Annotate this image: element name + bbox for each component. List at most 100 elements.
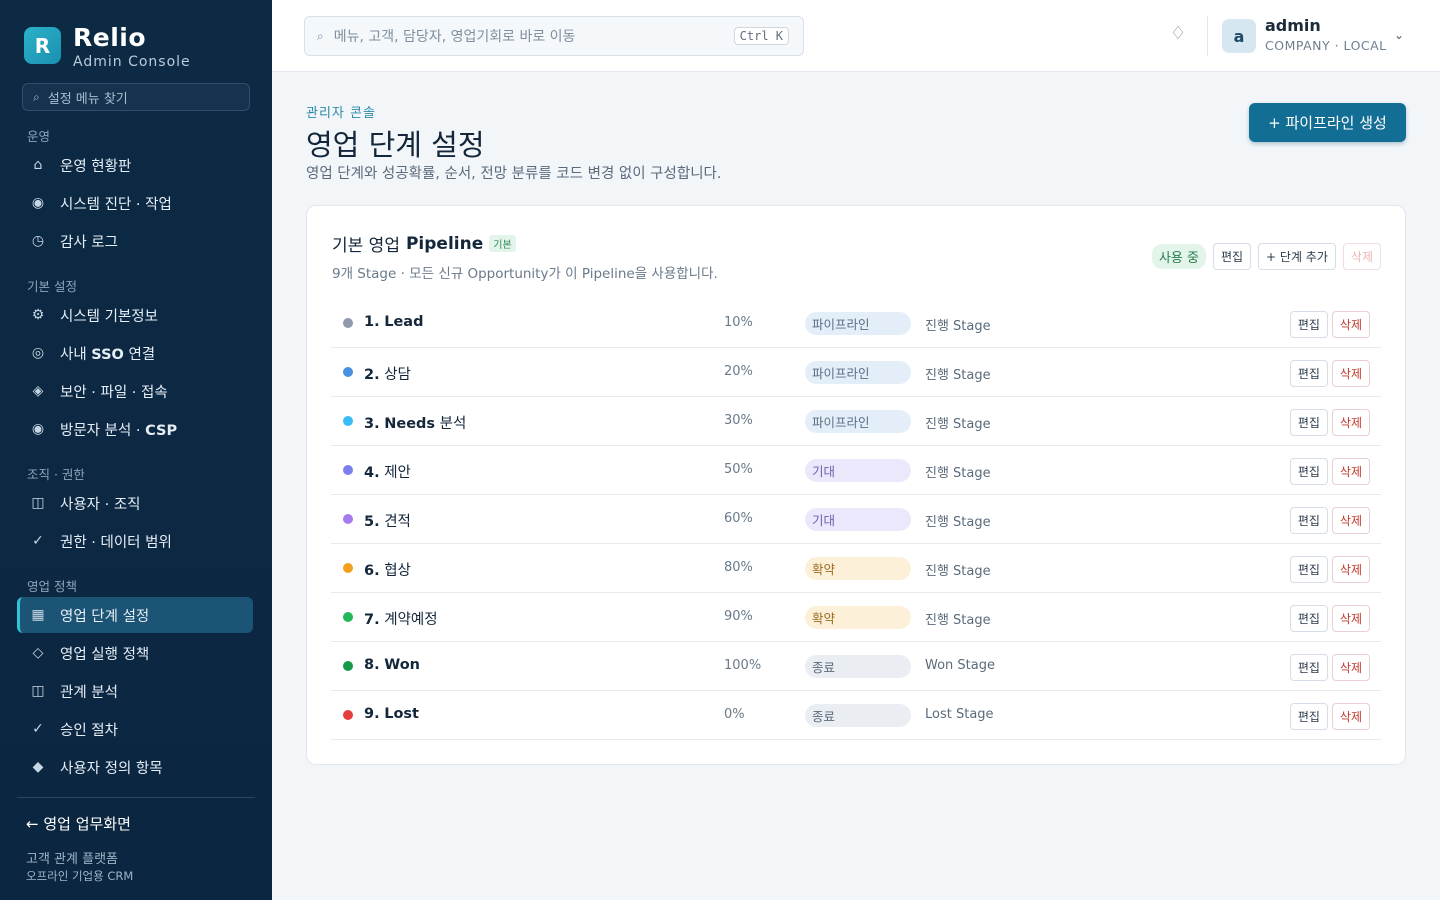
back-to-sales-link[interactable]: ← 영업 업무화면 bbox=[26, 813, 131, 834]
notification-diamond-icon[interactable]: ♢ bbox=[1170, 23, 1186, 44]
stage-actions: 편집 삭제 bbox=[1289, 409, 1370, 436]
sidebar-item[interactable]: ◇ 영업 실행 정책 bbox=[17, 635, 253, 671]
delete-stage-button[interactable]: 삭제 bbox=[1331, 507, 1370, 534]
search-icon: ⌕ bbox=[317, 28, 324, 43]
sidebar-item[interactable]: ◆ 사용자 정의 항목 bbox=[17, 749, 253, 785]
label-bold-part: SSO bbox=[91, 346, 124, 363]
stage-label: 견적 bbox=[384, 514, 411, 530]
sidebar-item[interactable]: ◫ 사용자 · 조직 bbox=[17, 485, 253, 521]
stage-row[interactable]: 2. 상담 20% 파이프라인 진행 Stage 편집 삭제 bbox=[331, 348, 1381, 397]
edit-pipeline-button[interactable]: 편집 bbox=[1212, 243, 1252, 270]
stage-row[interactable]: 7. 계약예정 90% 확약 진행 Stage 편집 삭제 bbox=[331, 593, 1381, 642]
edit-stage-button[interactable]: 편집 bbox=[1289, 654, 1328, 681]
edit-stage-button[interactable]: 편집 bbox=[1289, 507, 1328, 534]
sidebar-item[interactable]: ✓ 권한 · 데이터 범위 bbox=[17, 523, 253, 559]
user-name[interactable]: admin bbox=[1265, 16, 1321, 35]
forecast-category-badge: 확약 bbox=[805, 557, 911, 580]
stage-name: 3. Needs 분석 bbox=[364, 412, 466, 433]
stage-color-dot bbox=[343, 465, 353, 475]
home-icon: ⌂ bbox=[33, 157, 43, 173]
label-bold-part: CSP bbox=[145, 422, 178, 439]
grid-icon: ▦ bbox=[31, 607, 45, 623]
stage-probability: 10% bbox=[724, 315, 753, 330]
stage-probability: 80% bbox=[724, 560, 753, 575]
stage-row[interactable]: 4. 제안 50% 기대 진행 Stage 편집 삭제 bbox=[331, 446, 1381, 495]
breadcrumb[interactable]: 관리자 콘솔 bbox=[306, 102, 376, 121]
delete-stage-button[interactable]: 삭제 bbox=[1331, 360, 1370, 387]
delete-stage-button[interactable]: 삭제 bbox=[1331, 409, 1370, 436]
stage-row[interactable]: 5. 견적 60% 기대 진행 Stage 편집 삭제 bbox=[331, 495, 1381, 544]
sidebar-item[interactable]: ⚙ 시스템 기본정보 bbox=[17, 297, 253, 333]
delete-stage-button[interactable]: 삭제 bbox=[1331, 703, 1370, 730]
sidebar-item[interactable]: ◫ 관계 분석 bbox=[17, 673, 253, 709]
page-description: 영업 단계와 성공확률, 순서, 전망 분류를 코드 변경 없이 구성합니다. bbox=[306, 166, 722, 182]
sidebar-item[interactable]: ⌂ 운영 현황판 bbox=[17, 147, 253, 183]
sidebar-item-label: 보안 · 파일 · 접속 bbox=[60, 384, 168, 401]
global-search-input[interactable]: ⌕ 메뉴, 고객, 담당자, 영업기회로 바로 이동 Ctrl K bbox=[304, 16, 804, 56]
diamond-solid-icon: ◆ bbox=[32, 759, 44, 775]
diamond-outline-icon: ◇ bbox=[32, 645, 44, 661]
brand[interactable]: R Relio Admin Console bbox=[24, 24, 191, 70]
gear-icon: ⚙ bbox=[31, 307, 45, 323]
stage-color-dot bbox=[343, 710, 353, 720]
stage-type: 진행 Stage bbox=[925, 368, 991, 383]
edit-stage-button[interactable]: 편집 bbox=[1289, 556, 1328, 583]
topbar-divider bbox=[1207, 16, 1208, 56]
stage-probability: 90% bbox=[724, 609, 753, 624]
panel-icon: ◫ bbox=[31, 495, 45, 511]
brand-logo: R bbox=[24, 27, 61, 64]
check-icon: ✓ bbox=[32, 533, 44, 549]
edit-stage-button[interactable]: 편집 bbox=[1289, 605, 1328, 632]
sidebar-item[interactable]: ▦ 영업 단계 설정 bbox=[17, 597, 253, 633]
delete-stage-button[interactable]: 삭제 bbox=[1331, 311, 1370, 338]
stage-label: 제안 bbox=[384, 465, 411, 481]
stage-row[interactable]: 8. Won 100% 종료 Won Stage 편집 삭제 bbox=[331, 642, 1381, 691]
stage-actions: 편집 삭제 bbox=[1289, 605, 1370, 632]
edit-stage-button[interactable]: 편집 bbox=[1289, 360, 1328, 387]
avatar[interactable]: a bbox=[1222, 19, 1256, 53]
edit-stage-button[interactable]: 편집 bbox=[1289, 409, 1328, 436]
stage-row[interactable]: 1. Lead 10% 파이프라인 진행 Stage 편집 삭제 bbox=[331, 299, 1381, 348]
stage-row[interactable]: 9. Lost 0% 종료 Lost Stage 편집 삭제 bbox=[331, 691, 1381, 740]
stage-actions: 편집 삭제 bbox=[1289, 360, 1370, 387]
stage-row[interactable]: 3. Needs 분석 30% 파이프라인 진행 Stage 편집 삭제 bbox=[331, 397, 1381, 446]
sidebar-item[interactable]: ✓ 승인 절차 bbox=[17, 711, 253, 747]
stage-label-suffix: 분석 bbox=[435, 416, 467, 432]
forecast-category-badge: 파이프라인 bbox=[805, 410, 911, 433]
stage-number: 6. bbox=[364, 563, 380, 579]
create-pipeline-button[interactable]: + 파이프라인 생성 bbox=[1249, 103, 1406, 142]
stage-type: Won Stage bbox=[925, 658, 995, 673]
delete-stage-button[interactable]: 삭제 bbox=[1331, 654, 1370, 681]
sidebar-item-label: 사내 SSO 연결 bbox=[60, 343, 155, 364]
edit-stage-button[interactable]: 편집 bbox=[1289, 703, 1328, 730]
sidebar-item[interactable]: ◷ 감사 로그 bbox=[17, 223, 253, 259]
sidebar-item[interactable]: ◈ 보안 · 파일 · 접속 bbox=[17, 373, 253, 409]
stage-row[interactable]: 6. 협상 80% 확약 진행 Stage 편집 삭제 bbox=[331, 544, 1381, 593]
sidebar-item[interactable]: ◉ 방문자 분석 · CSP bbox=[17, 411, 253, 447]
stage-label: Needs bbox=[384, 416, 436, 432]
stage-actions: 편집 삭제 bbox=[1289, 311, 1370, 338]
edit-stage-button[interactable]: 편집 bbox=[1289, 458, 1328, 485]
stage-name: 6. 협상 bbox=[364, 559, 411, 580]
stage-label: 협상 bbox=[384, 563, 411, 579]
delete-stage-button[interactable]: 삭제 bbox=[1331, 556, 1370, 583]
chevron-down-icon[interactable]: ⌄ bbox=[1394, 28, 1404, 42]
sidebar-section-label: 기본 설정 bbox=[27, 279, 77, 294]
status-badge: 사용 중 bbox=[1151, 244, 1206, 269]
pipeline-title: 기본 영업 Pipeline 기본 bbox=[332, 231, 516, 256]
edit-stage-button[interactable]: 편집 bbox=[1289, 311, 1328, 338]
sidebar-search-input[interactable]: ⌕ 설정 메뉴 찾기 bbox=[22, 83, 250, 111]
forecast-category-badge: 파이프라인 bbox=[805, 361, 911, 384]
user-company: COMPANY · LOCAL bbox=[1265, 38, 1387, 53]
delete-stage-button[interactable]: 삭제 bbox=[1331, 605, 1370, 632]
sidebar-item[interactable]: ◉ 시스템 진단 · 작업 bbox=[17, 185, 253, 221]
page-title: 영업 단계 설정 bbox=[306, 128, 485, 162]
stage-label: Won bbox=[384, 657, 420, 673]
sidebar-item[interactable]: ◎ 사내 SSO 연결 bbox=[17, 335, 253, 371]
delete-stage-button[interactable]: 삭제 bbox=[1331, 458, 1370, 485]
stage-color-dot bbox=[343, 514, 353, 524]
stage-actions: 편집 삭제 bbox=[1289, 556, 1370, 583]
add-stage-button[interactable]: + 단계 추가 bbox=[1258, 243, 1336, 270]
sidebar-section-label: 조직 · 권한 bbox=[27, 467, 85, 482]
label-part: 방문자 분석 · bbox=[60, 422, 146, 439]
